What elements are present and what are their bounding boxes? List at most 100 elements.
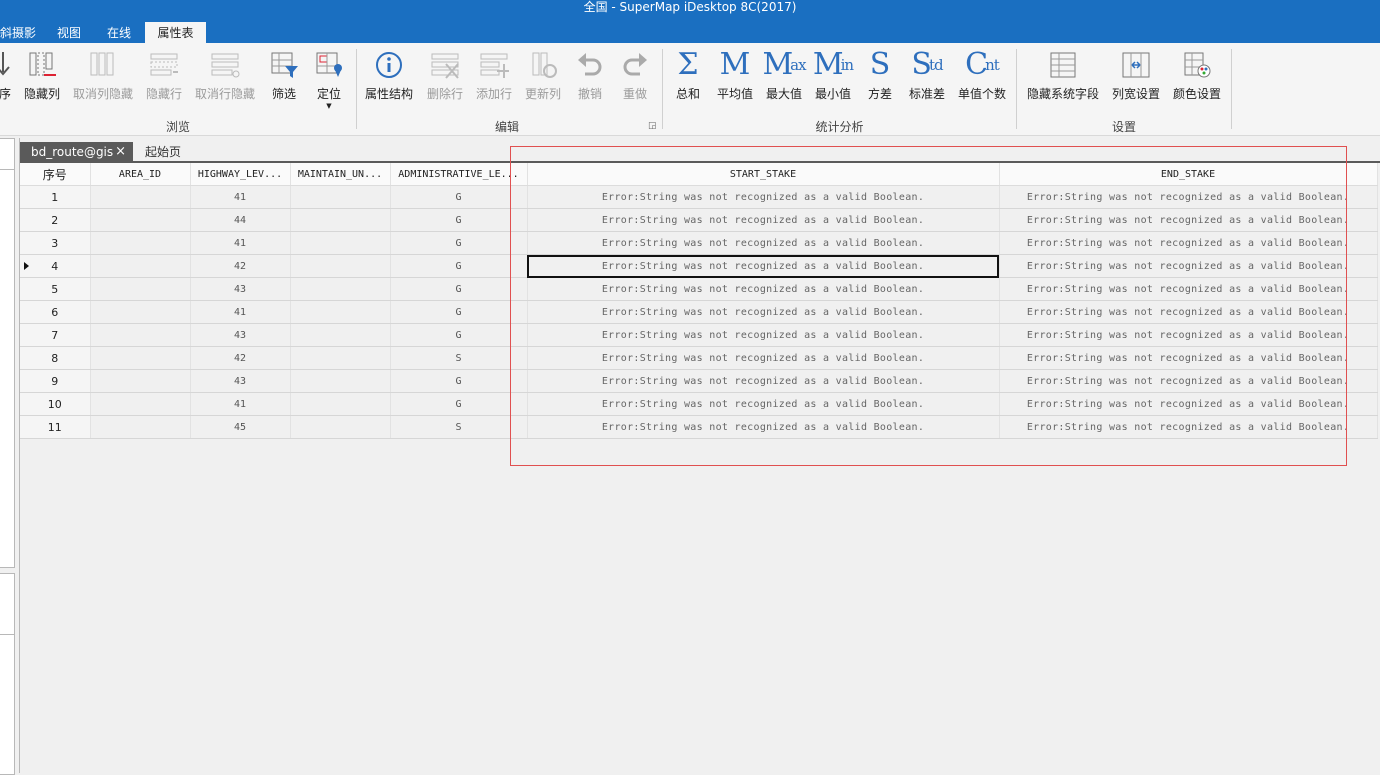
maintain-unit-cell[interactable] xyxy=(290,369,391,393)
administrative-level-cell[interactable]: G xyxy=(390,254,528,278)
table-row[interactable]: 7 43 G Error:String was not recognized as a… xyxy=(20,323,1378,347)
highway-level-cell[interactable]: 43 xyxy=(190,277,291,301)
end-stake-cell[interactable]: Error:String was not recognized as a val… xyxy=(999,323,1378,347)
std-dev-button[interactable]: Std 标准差 xyxy=(905,47,949,117)
start-stake-cell[interactable]: Error:String was not recognized as a val… xyxy=(527,185,1000,209)
highway-level-cell[interactable]: 41 xyxy=(190,300,291,324)
start-stake-cell[interactable]: Error:String was not recognized as a val… xyxy=(527,369,1000,393)
row-number-cell[interactable]: 7 xyxy=(20,323,91,347)
highway-level-cell[interactable]: 41 xyxy=(190,231,291,255)
maintain-unit-cell[interactable] xyxy=(290,254,391,278)
administrative-level-cell[interactable]: G xyxy=(390,277,528,301)
table-row[interactable]: 1 41 G Error:String was not recognized as a… xyxy=(20,185,1378,209)
table-row[interactable]: 3 41 G Error:String was not recognized as a… xyxy=(20,231,1378,255)
highway-level-cell[interactable]: 42 xyxy=(190,254,291,278)
column-header-start-stake[interactable]: START_STAKE xyxy=(527,163,1000,186)
end-stake-cell[interactable]: Error:String was not recognized as a val… xyxy=(999,392,1378,416)
row-number-cell[interactable]: 6 xyxy=(20,300,91,324)
column-header-area-id[interactable]: AREA_ID xyxy=(90,163,191,186)
unhide-column-button[interactable]: 取消列隐藏 xyxy=(70,47,136,117)
area-id-cell[interactable] xyxy=(90,346,191,370)
unhide-row-button[interactable]: 取消行隐藏 xyxy=(192,47,258,117)
table-row[interactable]: 5 43 G Error:String was not recognized as a… xyxy=(20,277,1378,301)
area-id-cell[interactable] xyxy=(90,277,191,301)
row-number-cell[interactable]: 5 xyxy=(20,277,91,301)
maintain-unit-cell[interactable] xyxy=(290,208,391,232)
end-stake-cell[interactable]: Error:String was not recognized as a val… xyxy=(999,369,1378,393)
sum-button[interactable]: Σ 总和 xyxy=(671,47,705,117)
start-stake-cell[interactable]: Error:String was not recognized as a val… xyxy=(527,415,1000,439)
highway-level-cell[interactable]: 41 xyxy=(190,392,291,416)
maintain-unit-cell[interactable] xyxy=(290,277,391,301)
add-row-button[interactable]: 添加行 xyxy=(472,47,516,117)
area-id-cell[interactable] xyxy=(90,323,191,347)
column-header-seq[interactable]: 序号 xyxy=(20,163,91,186)
tab-start-page[interactable]: 起始页 xyxy=(145,142,181,162)
table-row[interactable]: 2 44 G Error:String was not recognized as a… xyxy=(20,208,1378,232)
hide-system-fields-button[interactable]: 隐藏系统字段 xyxy=(1023,47,1103,117)
attribute-structure-button[interactable]: 属性结构 xyxy=(362,47,416,117)
highway-level-cell[interactable]: 44 xyxy=(190,208,291,232)
highway-level-cell[interactable]: 43 xyxy=(190,323,291,347)
end-stake-cell[interactable]: Error:String was not recognized as a val… xyxy=(999,185,1378,209)
area-id-cell[interactable] xyxy=(90,254,191,278)
administrative-level-cell[interactable]: G xyxy=(390,185,528,209)
end-stake-cell[interactable]: Error:String was not recognized as a val… xyxy=(999,277,1378,301)
administrative-level-cell[interactable]: G xyxy=(390,323,528,347)
end-stake-cell[interactable]: Error:String was not recognized as a val… xyxy=(999,346,1378,370)
tab-bd-route[interactable]: bd_route@gis × xyxy=(20,142,133,162)
administrative-level-cell[interactable]: G xyxy=(390,231,528,255)
color-settings-button[interactable]: 颜色设置 xyxy=(1170,47,1224,117)
maintain-unit-cell[interactable] xyxy=(290,346,391,370)
left-dock-panel[interactable] xyxy=(0,138,15,568)
menu-view[interactable]: 视图 xyxy=(57,22,81,43)
row-number-cell[interactable]: 11 xyxy=(20,415,91,439)
table-row[interactable]: 4 42 G Error:String was not recognized as a… xyxy=(20,254,1378,278)
close-icon[interactable]: × xyxy=(115,142,126,162)
delete-row-button[interactable]: 删除行 xyxy=(423,47,467,117)
update-column-button[interactable]: 更新列 xyxy=(521,47,565,117)
undo-button[interactable]: 撤销 xyxy=(570,47,610,117)
highway-level-cell[interactable]: 45 xyxy=(190,415,291,439)
start-stake-cell[interactable]: Error:String was not recognized as a val… xyxy=(527,254,1000,278)
table-row[interactable]: 8 42 S Error:String was not recognized as a… xyxy=(20,346,1378,370)
attribute-table[interactable]: 序号 AREA_ID HIGHWAY_LEV... MAINTAIN_UN...… xyxy=(20,163,1378,439)
start-stake-cell[interactable]: Error:String was not recognized as a val… xyxy=(527,277,1000,301)
sort-button[interactable]: 序 xyxy=(0,47,16,117)
highway-level-cell[interactable]: 43 xyxy=(190,369,291,393)
left-dock-panel-lower[interactable] xyxy=(0,573,15,775)
row-number-cell[interactable]: 2 xyxy=(20,208,91,232)
row-number-cell[interactable]: 10 xyxy=(20,392,91,416)
highway-level-cell[interactable]: 42 xyxy=(190,346,291,370)
maintain-unit-cell[interactable] xyxy=(290,231,391,255)
menu-oblique-photography[interactable]: 斜摄影 xyxy=(0,22,36,43)
maintain-unit-cell[interactable] xyxy=(290,392,391,416)
min-button[interactable]: Min 最小值 xyxy=(811,47,855,117)
locate-button[interactable]: 定位 ▼ xyxy=(311,47,347,117)
area-id-cell[interactable] xyxy=(90,208,191,232)
start-stake-cell[interactable]: Error:String was not recognized as a val… xyxy=(527,231,1000,255)
dialog-launcher-icon[interactable]: ◲ xyxy=(648,121,657,131)
maintain-unit-cell[interactable] xyxy=(290,300,391,324)
start-stake-cell[interactable]: Error:String was not recognized as a val… xyxy=(527,323,1000,347)
variance-button[interactable]: S 方差 xyxy=(862,47,898,117)
column-header-administrative-level[interactable]: ADMINISTRATIVE_LE... xyxy=(390,163,528,186)
area-id-cell[interactable] xyxy=(90,369,191,393)
area-id-cell[interactable] xyxy=(90,231,191,255)
column-header-end-stake[interactable]: END_STAKE xyxy=(999,163,1378,186)
table-row[interactable]: 6 41 G Error:String was not recognized as a… xyxy=(20,300,1378,324)
maintain-unit-cell[interactable] xyxy=(290,323,391,347)
row-number-cell[interactable]: 9 xyxy=(20,369,91,393)
end-stake-cell[interactable]: Error:String was not recognized as a val… xyxy=(999,415,1378,439)
table-row[interactable]: 9 43 G Error:String was not recognized as a… xyxy=(20,369,1378,393)
redo-button[interactable]: 重做 xyxy=(615,47,655,117)
administrative-level-cell[interactable]: S xyxy=(390,415,528,439)
max-button[interactable]: Max 最大值 xyxy=(762,47,806,117)
hide-column-button[interactable]: 隐藏列 xyxy=(21,47,63,117)
administrative-level-cell[interactable]: G xyxy=(390,208,528,232)
area-id-cell[interactable] xyxy=(90,392,191,416)
highway-level-cell[interactable]: 41 xyxy=(190,185,291,209)
administrative-level-cell[interactable]: G xyxy=(390,300,528,324)
area-id-cell[interactable] xyxy=(90,415,191,439)
menu-attribute-table[interactable]: 属性表 xyxy=(145,22,206,43)
